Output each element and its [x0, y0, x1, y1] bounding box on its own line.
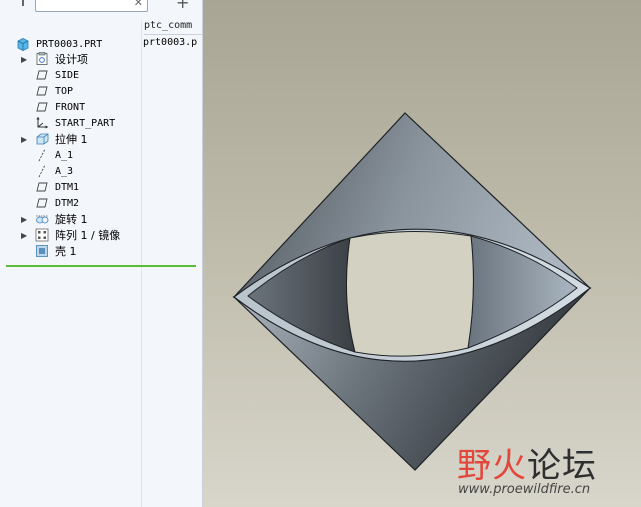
revolve-icon — [36, 215, 49, 224]
tree-item-label: FRONT — [55, 101, 86, 113]
tree-item-pattern-1-mirror[interactable]: ▶ 阵列 1 / 镜像 — [21, 227, 120, 243]
tree-item-label: 阵列 1 / 镜像 — [55, 229, 121, 242]
tree-item-front[interactable]: FRONT — [21, 99, 85, 115]
datum-axis-icon — [38, 164, 46, 178]
datum-plane-icon — [36, 198, 48, 208]
expand-arrow-icon[interactable]: ▶ — [21, 231, 30, 240]
tree-item-a-3[interactable]: A_3 — [21, 163, 73, 179]
tree-item-a-1[interactable]: A_1 — [21, 147, 73, 163]
root-file-name: prt0003.p — [143, 37, 198, 48]
tree-item-revolve-1[interactable]: ▶ 旋转 1 — [21, 211, 88, 227]
tree-item-top[interactable]: TOP — [21, 83, 73, 99]
datum-axis-icon — [38, 148, 46, 162]
tree-item-label: START_PART — [55, 117, 116, 129]
insert-here-indicator[interactable] — [6, 265, 196, 267]
expand-arrow-icon[interactable]: ▶ — [21, 55, 30, 64]
tree-item-dtm2[interactable]: DTM2 — [21, 195, 79, 211]
tree-item-shell-1[interactable]: 壳 1 — [21, 243, 77, 259]
expand-arrow-icon[interactable]: ▶ — [21, 135, 30, 144]
tree-item-label: 拉伸 1 — [55, 133, 88, 146]
watermark-red-text: 野火 — [457, 446, 527, 486]
datum-plane-icon — [36, 182, 48, 192]
model-tree-panel: ✕ + ptc_comm PRT0003.PRT prt0003.p ▶ 设计项… — [0, 0, 203, 507]
tree-item-label: A_3 — [55, 165, 74, 177]
tree-item-label: SIDE — [55, 69, 80, 81]
design-items-icon — [36, 52, 48, 65]
tree-item-label: A_1 — [55, 149, 74, 161]
tree-item-start-part[interactable]: START_PART — [21, 115, 115, 131]
tree-item-label: TOP — [55, 85, 74, 97]
datum-plane-icon — [36, 102, 48, 112]
filter-icon[interactable] — [19, 0, 27, 6]
extrude-icon — [36, 133, 49, 145]
datum-plane-icon — [36, 86, 48, 96]
column-divider[interactable] — [141, 20, 142, 507]
tree-item-design-items[interactable]: ▶ 设计项 — [21, 51, 88, 67]
part-model-shaded[interactable] — [203, 0, 641, 507]
datum-plane-icon — [36, 70, 48, 80]
tree-item-label: 设计项 — [55, 53, 88, 66]
watermark-url: www.proewildfire.cn — [458, 482, 591, 497]
add-column-icon[interactable]: + — [176, 0, 189, 12]
column-header-ptc-common-name[interactable]: ptc_comm — [144, 20, 202, 35]
tree-item-dtm1[interactable]: DTM1 — [21, 179, 79, 195]
part-icon — [17, 38, 29, 51]
pattern-icon — [35, 228, 49, 242]
expand-arrow-icon[interactable]: ▶ — [21, 215, 30, 224]
tree-item-label: 旋转 1 — [55, 213, 88, 226]
shell-icon — [36, 245, 48, 257]
shell-opening — [345, 230, 474, 357]
clear-icon[interactable]: ✕ — [134, 0, 143, 9]
tree-item-label: DTM2 — [55, 197, 80, 209]
tree-item-label: DTM1 — [55, 181, 80, 193]
watermark-dark-text: 论坛 — [527, 446, 597, 486]
tree-root-label: PRT0003.PRT — [36, 38, 103, 50]
watermark-logo: 野火论坛 — [457, 438, 597, 487]
tree-item-side[interactable]: SIDE — [21, 67, 79, 83]
tree-item-extrude-1[interactable]: ▶ 拉伸 1 — [21, 131, 88, 147]
tree-item-label: 壳 1 — [55, 245, 77, 258]
graphics-viewport[interactable] — [203, 0, 641, 507]
search-input[interactable]: ✕ — [35, 0, 148, 12]
coordinate-system-icon — [36, 116, 49, 129]
tree-root-part[interactable]: PRT0003.PRT — [16, 37, 102, 51]
